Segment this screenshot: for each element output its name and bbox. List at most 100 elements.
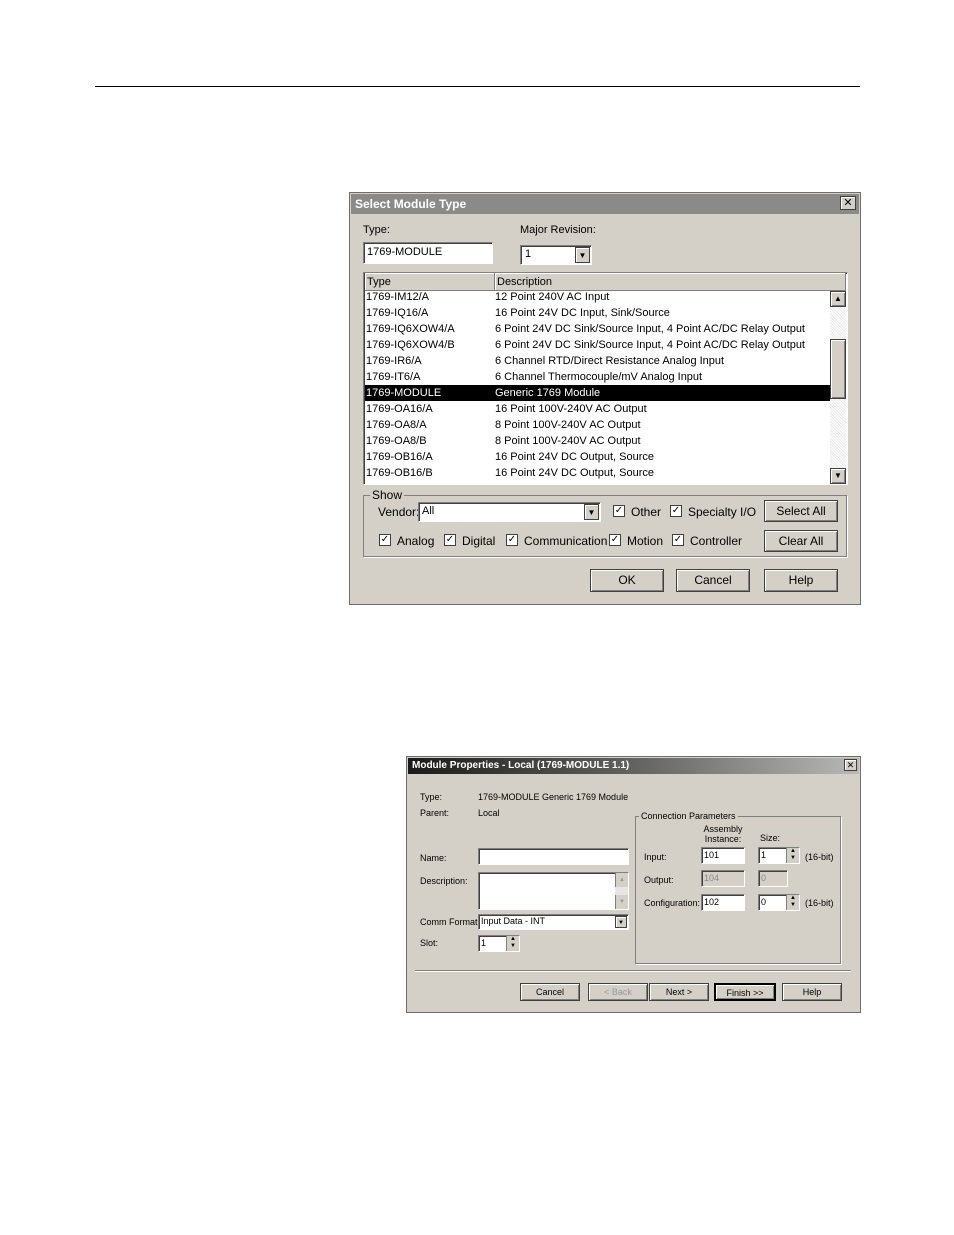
input-instance-field[interactable]: 101 [701,847,745,864]
row-description: 8 Point 100V-240V AC Output [495,419,641,431]
stepper-up-icon[interactable]: ▲ [786,895,799,902]
slot-label: Slot: [420,938,439,948]
controller-checkbox[interactable]: ✓ [672,534,684,546]
button-separator [415,970,851,971]
row-type: 1769-OA8/B [366,435,427,447]
scroll-up-icon[interactable]: ▲ [830,291,846,307]
comm-format-select[interactable]: Input Data - INT ▼ [478,914,629,930]
vendor-select[interactable]: All ▼ [418,502,601,522]
table-row[interactable]: 1769-OB16/A 16 Point 24V DC Output, Sourc… [365,449,831,465]
assembly-instance-label: Assembly Instance: [703,824,743,844]
stepper-up-icon[interactable]: ▲ [506,936,519,943]
close-icon[interactable]: ✕ [840,196,856,210]
row-description: 12 Point 240V AC Input [495,291,610,303]
select-module-type-dialog: Select Module Type ✕ Type: 1769-MODULE M… [349,192,861,605]
scroll-down-icon[interactable]: ▼ [830,468,846,484]
input-label: Input: [644,852,667,862]
help-button[interactable]: Help [764,569,838,592]
motion-checkbox[interactable]: ✓ [609,534,621,546]
module-type-list[interactable]: Type Description 1769-IM12/A 12 Point 240… [363,272,848,485]
description-input[interactable]: ▲ ▼ [478,872,629,910]
table-row[interactable]: 1769-IQ6XOW4/A 6 Point 24V DC Sink/Source… [365,321,831,337]
description-label: Description: [420,876,468,886]
parent-label: Parent: [420,808,450,818]
cancel-button[interactable]: Cancel [520,983,580,1001]
table-row[interactable]: 1769-IQ16/A 16 Point 24V DC Input, Sink/S… [365,305,831,321]
row-type: 1769-OB16/B [366,467,433,479]
clear-all-button[interactable]: Clear All [764,530,838,552]
size-label: Size: [760,833,781,843]
row-type: 1769-IQ6XOW4/B [366,339,455,351]
row-type: 1769-IQ16/A [366,307,429,319]
config-size-stepper[interactable]: 0 ▲ ▼ [758,894,800,911]
config-instance-field[interactable]: 102 [701,894,745,911]
finish-button[interactable]: Finish >> [714,983,776,1001]
show-group-label: Show [370,488,405,502]
close-icon[interactable]: ✕ [844,759,857,771]
scroll-thumb[interactable] [830,339,846,399]
output-instance-field: 104 [701,870,745,887]
table-row[interactable]: 1769-MODULE Generic 1769 Module [365,385,831,401]
dialog-title: Select Module Type [351,194,859,214]
row-type: 1769-IR6/A [366,355,422,367]
cancel-button[interactable]: Cancel [676,569,750,592]
stepper-down-icon[interactable]: ▼ [786,855,799,863]
vendor-value: All [422,505,435,517]
input-size-stepper[interactable]: 1 ▲ ▼ [758,847,800,864]
communication-checkbox[interactable]: ✓ [506,534,518,546]
table-row[interactable]: 1769-OA8/B 8 Point 100V-240V AC Output [365,433,831,449]
digital-label: Digital [462,534,496,548]
communication-label: Communication [524,534,608,548]
analog-checkbox[interactable]: ✓ [379,534,391,546]
slot-stepper[interactable]: 1 ▲ ▼ [478,935,520,952]
table-row[interactable]: 1769-IR6/A 6 Channel RTD/Direct Resistanc… [365,353,831,369]
table-row[interactable]: 1769-OA8/A 8 Point 100V-240V AC Output [365,417,831,433]
table-row[interactable]: 1769-IM12/A 12 Point 240V AC Input [365,289,831,305]
type-input-value: 1769-MODULE [367,246,443,258]
digital-checkbox[interactable]: ✓ [444,534,456,546]
specialty-io-checkbox[interactable]: ✓ [670,505,682,517]
row-description: Generic 1769 Module [495,387,601,399]
row-description: 16 Point 100V-240V AC Output [495,403,647,415]
other-checkbox[interactable]: ✓ [613,505,625,517]
ok-button[interactable]: OK [590,569,664,592]
dialog-title: Module Properties - Local (1769-MODULE 1… [408,758,859,774]
input-size-value: 1 [761,850,767,860]
comm-format-value: Input Data - INT [481,916,546,926]
row-type: 1769-IM12/A [366,291,429,303]
scroll-up-icon[interactable]: ▲ [615,873,628,887]
comm-format-label: Comm Format: [420,917,481,927]
help-button[interactable]: Help [782,983,842,1001]
next-button[interactable]: Next > [649,983,709,1001]
select-all-button[interactable]: Select All [764,500,838,522]
chevron-down-icon[interactable]: ▼ [615,916,627,928]
table-row[interactable]: 1769-OA16/A 16 Point 100V-240V AC Output [365,401,831,417]
name-input[interactable] [478,848,629,865]
chevron-down-icon[interactable]: ▼ [575,247,590,263]
major-revision-label: Major Revision: [520,224,596,236]
row-type: 1769-MODULE [366,387,442,399]
stepper-up-icon[interactable]: ▲ [786,848,799,855]
type-input[interactable]: 1769-MODULE [363,242,493,264]
list-scrollbar[interactable]: ▲ ▼ [830,291,846,484]
input-bits-label: (16-bit) [805,852,834,862]
row-description: 6 Channel Thermocouple/mV Analog Input [495,371,703,383]
chevron-down-icon[interactable]: ▼ [584,504,599,520]
config-bits-label: (16-bit) [805,898,834,908]
table-row[interactable]: 1769-IT6/A 6 Channel Thermocouple/mV Anal… [365,369,831,385]
other-label: Other [631,505,662,519]
analog-label: Analog [397,534,435,548]
table-row[interactable]: 1769-IQ6XOW4/B 6 Point 24V DC Sink/Source… [365,337,831,353]
connection-parameters-label: Connection Parameters [639,811,738,821]
scroll-down-icon[interactable]: ▼ [615,895,628,909]
row-type: 1769-IT6/A [366,371,421,383]
row-type: 1769-IQ6XOW4/A [366,323,455,335]
stepper-down-icon[interactable]: ▼ [506,943,519,951]
major-revision-select[interactable]: 1 ▼ [520,245,592,265]
stepper-down-icon[interactable]: ▼ [786,902,799,910]
row-type: 1769-OA8/A [366,419,427,431]
back-button: < Back [588,983,648,1001]
table-row[interactable]: 1769-OB16/B 16 Point 24V DC Output, Sourc… [365,465,831,481]
type-label: Type: [363,224,390,236]
description-scrollbar[interactable]: ▲ ▼ [615,873,628,909]
